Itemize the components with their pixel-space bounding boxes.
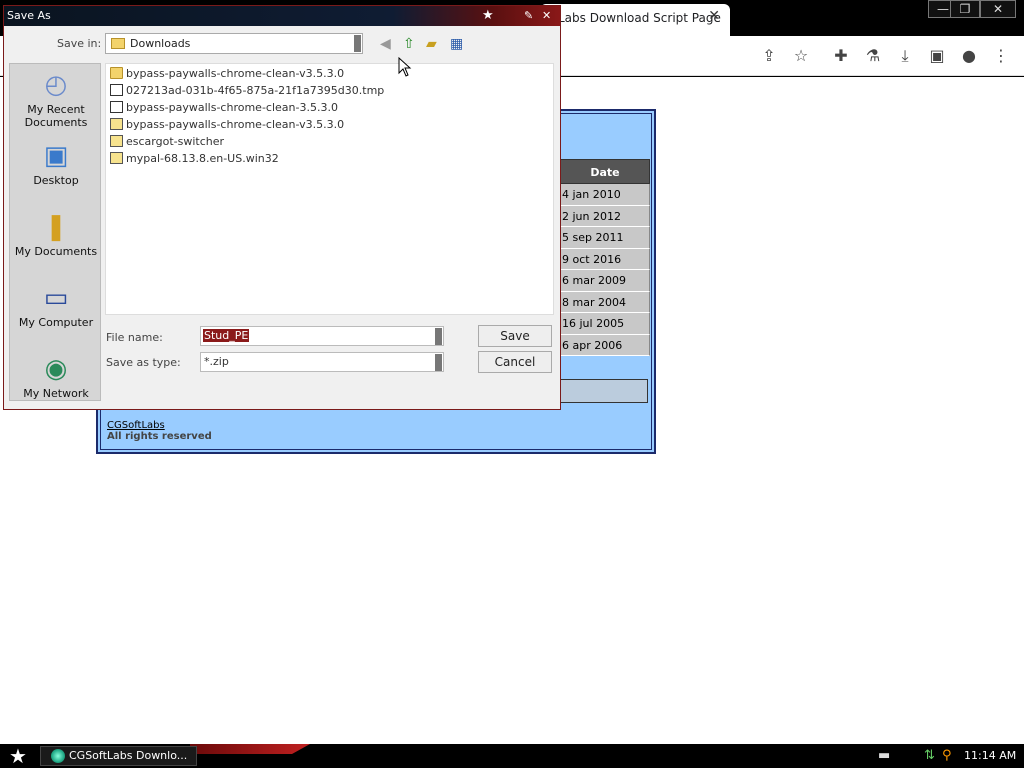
file-name-label: File name: (106, 331, 163, 344)
place-label: My Computer (18, 316, 94, 329)
table-cell: 8 mar 2004 (560, 291, 650, 313)
places-bar: ◴ My Recent Documents ▣ Desktop ❚ My Doc… (9, 63, 101, 401)
star-logo-icon: ★ (482, 8, 494, 23)
list-item[interactable]: bypass-paywalls-chrome-clean-v3.5.3.0 (110, 67, 344, 83)
dialog-titlebar[interactable]: Save As ★ ✎ ✕ (4, 6, 560, 26)
zip-file-icon (110, 135, 123, 147)
table-cell: 6 mar 2009 (560, 270, 650, 292)
recent-documents-icon: ◴ (44, 70, 68, 100)
dialog-title: Save As (7, 9, 51, 22)
close-window-button[interactable]: ✕ (980, 0, 1016, 18)
table-cell: 2 jun 2012 (560, 205, 650, 227)
download-icon[interactable]: ⤓ (894, 45, 916, 67)
save-type-dropdown[interactable]: *.zip (200, 352, 444, 372)
list-item[interactable]: 027213ad-031b-4f65-875a-21f1a7395d30.tmp (110, 84, 384, 100)
table-cell: 4 jan 2010 (560, 184, 650, 206)
save-in-value: Downloads (130, 37, 191, 50)
dropdown-grip[interactable] (435, 354, 442, 371)
my-computer-icon: ▭ (43, 283, 69, 313)
page-bar (560, 379, 648, 403)
footer-rights: All rights reserved (107, 431, 212, 442)
save-type-value: *.zip (204, 355, 229, 368)
file-name: escargot-switcher (126, 135, 225, 148)
taskbar: ★ CGSoftLabs Downlo... ▬ ⇅ ⚲ 11:14 AM (0, 744, 1024, 768)
my-documents-icon: ❚ (45, 212, 67, 242)
zip-file-icon (110, 118, 123, 130)
desktop-icon: ▣ (43, 141, 69, 171)
cancel-button[interactable]: Cancel (478, 351, 552, 373)
list-item[interactable]: mypal-68.13.8.en-US.win32 (110, 152, 279, 168)
taskbar-item-label: CGSoftLabs Downlo... (69, 749, 188, 762)
my-network-icon: ◉ (44, 354, 68, 384)
start-button[interactable]: ★ (6, 745, 30, 767)
save-type-label: Save as type: (106, 356, 181, 369)
file-name: bypass-paywalls-chrome-clean-v3.5.3.0 (126, 67, 345, 80)
place-my-computer[interactable]: ▭ My Computer (10, 282, 102, 329)
place-label: My Recent Documents (24, 103, 88, 129)
place-label: My Network (23, 387, 89, 400)
extensions-icon[interactable]: ✚ (830, 45, 852, 67)
view-menu-icon[interactable]: ▦ (450, 36, 463, 52)
table-cell: 5 sep 2011 (560, 227, 650, 249)
list-item[interactable]: bypass-paywalls-chrome-clean-v3.5.3.0 (110, 118, 344, 134)
file-name-value: Stud_PE (203, 329, 250, 342)
keyboard-icon[interactable]: ▬ (878, 748, 890, 764)
file-name: 027213ad-031b-4f65-875a-21f1a7395d30.tmp (126, 84, 385, 97)
restore-button[interactable]: ❐ (950, 0, 980, 18)
up-folder-icon[interactable]: ⇧ (403, 36, 415, 52)
table-cell: 16 jul 2005 (560, 313, 650, 335)
browser-tab-title: Labs Download Script Page (558, 11, 721, 25)
save-button[interactable]: Save (478, 325, 552, 347)
field-grip (435, 328, 442, 345)
file-name: mypal-68.13.8.en-US.win32 (126, 152, 279, 165)
list-item[interactable]: escargot-switcher (110, 135, 224, 151)
place-label: My Documents (14, 245, 98, 258)
menu-icon[interactable]: ⋮ (990, 45, 1012, 67)
place-my-documents[interactable]: ❚ My Documents (10, 211, 102, 258)
place-recent-documents[interactable]: ◴ My Recent Documents (10, 69, 102, 129)
share-icon[interactable]: ⇪ (758, 45, 780, 67)
dropdown-grip[interactable] (354, 35, 361, 52)
screen: Labs Download Script Page ✕ — ❐ ✕ ⇪ ☆ ✚ … (0, 0, 1024, 768)
folder-icon (111, 38, 125, 49)
save-in-dropdown[interactable]: Downloads (105, 33, 363, 54)
search-icon[interactable]: ⚲ (942, 748, 952, 764)
taskbar-item-browser[interactable]: CGSoftLabs Downlo... (40, 746, 197, 766)
file-name: bypass-paywalls-chrome-clean-v3.5.3.0 (126, 118, 345, 131)
new-folder-icon[interactable]: ▰ (426, 36, 437, 52)
place-desktop[interactable]: ▣ Desktop (10, 140, 102, 187)
tmp-file-icon (110, 101, 123, 113)
folder-icon (110, 67, 123, 79)
sidepanel-icon[interactable]: ▣ (926, 45, 948, 67)
place-my-network[interactable]: ◉ My Network (10, 353, 102, 400)
browser-icon (51, 749, 65, 763)
footer-link[interactable]: CGSoftLabs (107, 420, 165, 431)
dates-table: Date 4 jan 2010 2 jun 2012 5 sep 2011 9 … (560, 159, 650, 356)
save-as-dialog: Save As ★ ✎ ✕ Save in: Downloads ◀ ⇧ ▰ ▦… (3, 5, 561, 410)
taskbar-decoration (190, 744, 310, 754)
table-header-date: Date (560, 159, 650, 184)
table-cell: 6 apr 2006 (560, 334, 650, 356)
place-label: Desktop (33, 174, 79, 187)
back-icon[interactable]: ◀ (380, 36, 391, 52)
close-icon[interactable]: ✕ (542, 8, 551, 24)
help-icon[interactable]: ✎ (524, 8, 533, 24)
browser-tab-active[interactable]: Labs Download Script Page ✕ (540, 4, 730, 36)
table-cell: 9 oct 2016 (560, 248, 650, 270)
file-list[interactable]: bypass-paywalls-chrome-clean-v3.5.3.0 02… (105, 63, 554, 315)
mouse-cursor-icon (398, 57, 412, 77)
file-name-field[interactable]: Stud_PE (200, 326, 444, 346)
star-icon[interactable]: ☆ (790, 45, 812, 67)
tab-close-icon[interactable]: ✕ (708, 8, 720, 24)
save-in-label: Save in: (57, 37, 102, 50)
file-name: bypass-paywalls-chrome-clean-3.5.3.0 (126, 101, 338, 114)
profile-icon[interactable]: ● (958, 45, 980, 67)
tmp-file-icon (110, 84, 123, 96)
network-icon[interactable]: ⇅ (924, 748, 935, 764)
zip-file-icon (110, 152, 123, 164)
lab-icon[interactable]: ⚗ (862, 45, 884, 67)
list-item[interactable]: bypass-paywalls-chrome-clean-3.5.3.0 (110, 101, 338, 117)
taskbar-clock: 11:14 AM (964, 749, 1017, 762)
